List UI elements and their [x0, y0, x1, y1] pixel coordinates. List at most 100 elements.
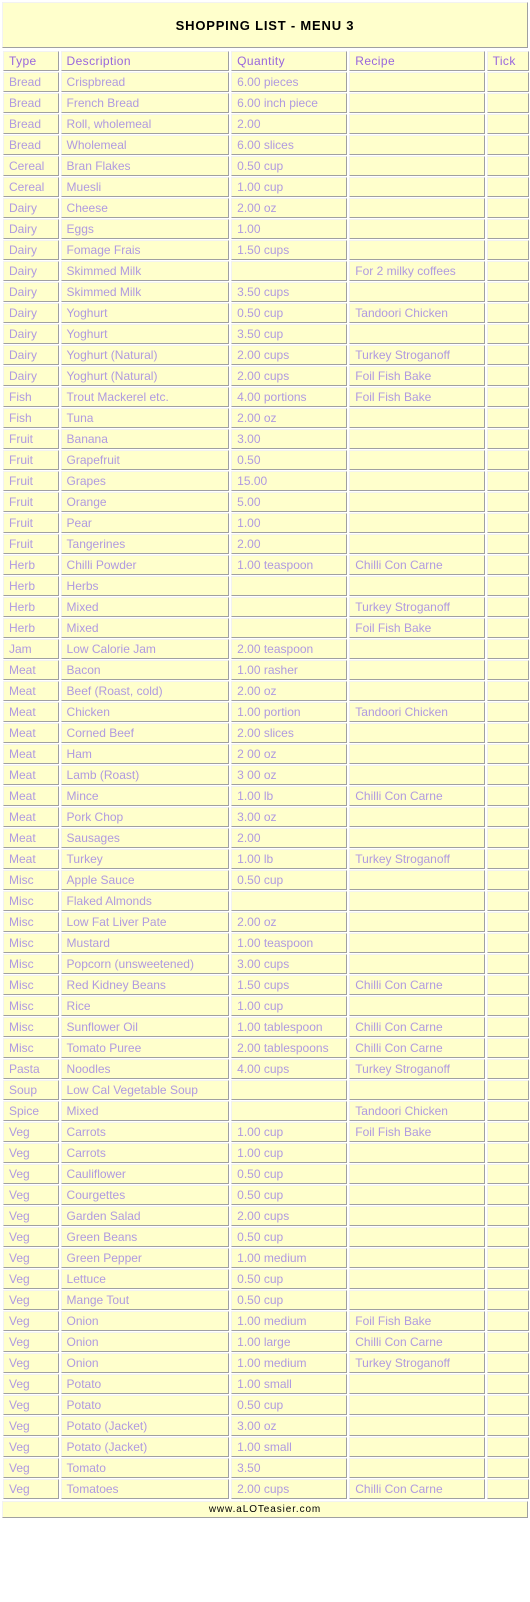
table-row[interactable]: Dairy Yoghurt 0.50 cup Tandoori Chicken: [3, 303, 529, 323]
cell-tick[interactable]: [486, 681, 529, 701]
table-row[interactable]: Veg Onion 1.00 large Chilli Con Carne: [3, 1332, 529, 1352]
table-row[interactable]: Meat Corned Beef 2.00 slices: [3, 723, 529, 743]
table-row[interactable]: Meat Bacon 1.00 rasher: [3, 660, 529, 680]
cell-tick[interactable]: [486, 1185, 529, 1205]
cell-tick[interactable]: [486, 975, 529, 995]
table-row[interactable]: Cereal Muesli 1.00 cup: [3, 177, 529, 197]
cell-tick[interactable]: [486, 408, 529, 428]
cell-tick[interactable]: [486, 1395, 529, 1415]
table-row[interactable]: Fruit Pear 1.00: [3, 513, 529, 533]
cell-tick[interactable]: [486, 1332, 529, 1352]
cell-tick[interactable]: [486, 828, 529, 848]
cell-tick[interactable]: [486, 282, 529, 302]
table-row[interactable]: Fish Trout Mackerel etc. 4.00 portions Foil…: [3, 387, 529, 407]
cell-tick[interactable]: [486, 1248, 529, 1268]
cell-tick[interactable]: [486, 1311, 529, 1331]
cell-tick[interactable]: [486, 1080, 529, 1100]
cell-tick[interactable]: [486, 450, 529, 470]
table-row[interactable]: Veg Green Beans 0.50 cup: [3, 1227, 529, 1247]
cell-tick[interactable]: [486, 1416, 529, 1436]
table-row[interactable]: Dairy Cheese 2.00 oz: [3, 198, 529, 218]
table-row[interactable]: Soup Low Cal Vegetable Soup: [3, 1080, 529, 1100]
table-row[interactable]: Pasta Noodles 4.00 cups Turkey Stroganoff: [3, 1059, 529, 1079]
cell-tick[interactable]: [486, 1269, 529, 1289]
table-row[interactable]: Fruit Orange 5.00: [3, 492, 529, 512]
cell-tick[interactable]: [486, 1458, 529, 1478]
table-row[interactable]: Misc Flaked Almonds: [3, 891, 529, 911]
cell-tick[interactable]: [486, 387, 529, 407]
cell-tick[interactable]: [486, 1017, 529, 1037]
table-row[interactable]: Bread Wholemeal 6.00 slices: [3, 135, 529, 155]
table-row[interactable]: Bread Crispbread 6.00 pieces: [3, 72, 529, 92]
table-row[interactable]: Veg Potato (Jacket) 3.00 oz: [3, 1416, 529, 1436]
cell-tick[interactable]: [486, 1164, 529, 1184]
cell-tick[interactable]: [486, 1101, 529, 1121]
table-row[interactable]: Meat Turkey 1.00 lb Turkey Stroganoff: [3, 849, 529, 869]
table-row[interactable]: Fruit Banana 3.00: [3, 429, 529, 449]
table-row[interactable]: Cereal Bran Flakes 0.50 cup: [3, 156, 529, 176]
cell-tick[interactable]: [486, 345, 529, 365]
table-row[interactable]: Dairy Skimmed Milk For 2 milky coffees: [3, 261, 529, 281]
cell-tick[interactable]: [486, 744, 529, 764]
table-row[interactable]: Fruit Grapefruit 0.50: [3, 450, 529, 470]
table-row[interactable]: Misc Popcorn (unsweetened) 3.00 cups: [3, 954, 529, 974]
table-row[interactable]: Misc Mustard 1.00 teaspoon: [3, 933, 529, 953]
column-header-quantity[interactable]: Quantity: [231, 51, 348, 71]
table-row[interactable]: Veg Cauliflower 0.50 cup: [3, 1164, 529, 1184]
cell-tick[interactable]: [486, 933, 529, 953]
table-row[interactable]: Dairy Yoghurt (Natural) 2.00 cups Turkey St…: [3, 345, 529, 365]
cell-tick[interactable]: [486, 513, 529, 533]
table-row[interactable]: Dairy Fomage Frais 1.50 cups: [3, 240, 529, 260]
table-row[interactable]: Veg Onion 1.00 medium Turkey Stroganoff: [3, 1353, 529, 1373]
table-row[interactable]: Herb Mixed Turkey Stroganoff: [3, 597, 529, 617]
cell-tick[interactable]: [486, 303, 529, 323]
table-row[interactable]: Veg Onion 1.00 medium Foil Fish Bake: [3, 1311, 529, 1331]
cell-tick[interactable]: [486, 1059, 529, 1079]
cell-tick[interactable]: [486, 1290, 529, 1310]
cell-tick[interactable]: [486, 135, 529, 155]
column-header-tick[interactable]: Tick: [486, 51, 529, 71]
table-row[interactable]: Misc Red Kidney Beans 1.50 cups Chilli Con …: [3, 975, 529, 995]
cell-tick[interactable]: [486, 870, 529, 890]
table-row[interactable]: Herb Herbs: [3, 576, 529, 596]
table-row[interactable]: Spice Mixed Tandoori Chicken: [3, 1101, 529, 1121]
cell-tick[interactable]: [486, 219, 529, 239]
table-row[interactable]: Dairy Skimmed Milk 3.50 cups: [3, 282, 529, 302]
cell-tick[interactable]: [486, 1479, 529, 1499]
cell-tick[interactable]: [486, 1437, 529, 1457]
table-row[interactable]: Fruit Tangerines 2.00: [3, 534, 529, 554]
cell-tick[interactable]: [486, 849, 529, 869]
cell-tick[interactable]: [486, 639, 529, 659]
cell-tick[interactable]: [486, 765, 529, 785]
cell-tick[interactable]: [486, 954, 529, 974]
column-header-type[interactable]: Type: [3, 51, 59, 71]
cell-tick[interactable]: [486, 576, 529, 596]
table-row[interactable]: Meat Lamb (Roast) 3 00 oz: [3, 765, 529, 785]
cell-tick[interactable]: [486, 93, 529, 113]
cell-tick[interactable]: [486, 807, 529, 827]
cell-tick[interactable]: [486, 429, 529, 449]
cell-tick[interactable]: [486, 1122, 529, 1142]
table-row[interactable]: Herb Chilli Powder 1.00 teaspoon Chilli Con…: [3, 555, 529, 575]
table-row[interactable]: Dairy Yoghurt 3.50 cup: [3, 324, 529, 344]
cell-tick[interactable]: [486, 597, 529, 617]
cell-tick[interactable]: [486, 534, 529, 554]
cell-tick[interactable]: [486, 555, 529, 575]
table-row[interactable]: Veg Carrots 1.00 cup: [3, 1143, 529, 1163]
cell-tick[interactable]: [486, 891, 529, 911]
column-header-recipe[interactable]: Recipe: [349, 51, 485, 71]
table-row[interactable]: Veg Garden Salad 2.00 cups: [3, 1206, 529, 1226]
cell-tick[interactable]: [486, 1353, 529, 1373]
cell-tick[interactable]: [486, 198, 529, 218]
cell-tick[interactable]: [486, 492, 529, 512]
table-row[interactable]: Dairy Yoghurt (Natural) 2.00 cups Foil Fish…: [3, 366, 529, 386]
table-row[interactable]: Fruit Grapes 15.00: [3, 471, 529, 491]
table-row[interactable]: Veg Courgettes 0.50 cup: [3, 1185, 529, 1205]
cell-tick[interactable]: [486, 1227, 529, 1247]
cell-tick[interactable]: [486, 471, 529, 491]
table-row[interactable]: Meat Pork Chop 3.00 oz: [3, 807, 529, 827]
table-row[interactable]: Veg Mange Tout 0.50 cup: [3, 1290, 529, 1310]
cell-tick[interactable]: [486, 912, 529, 932]
cell-tick[interactable]: [486, 156, 529, 176]
column-header-description[interactable]: Description: [60, 51, 230, 71]
